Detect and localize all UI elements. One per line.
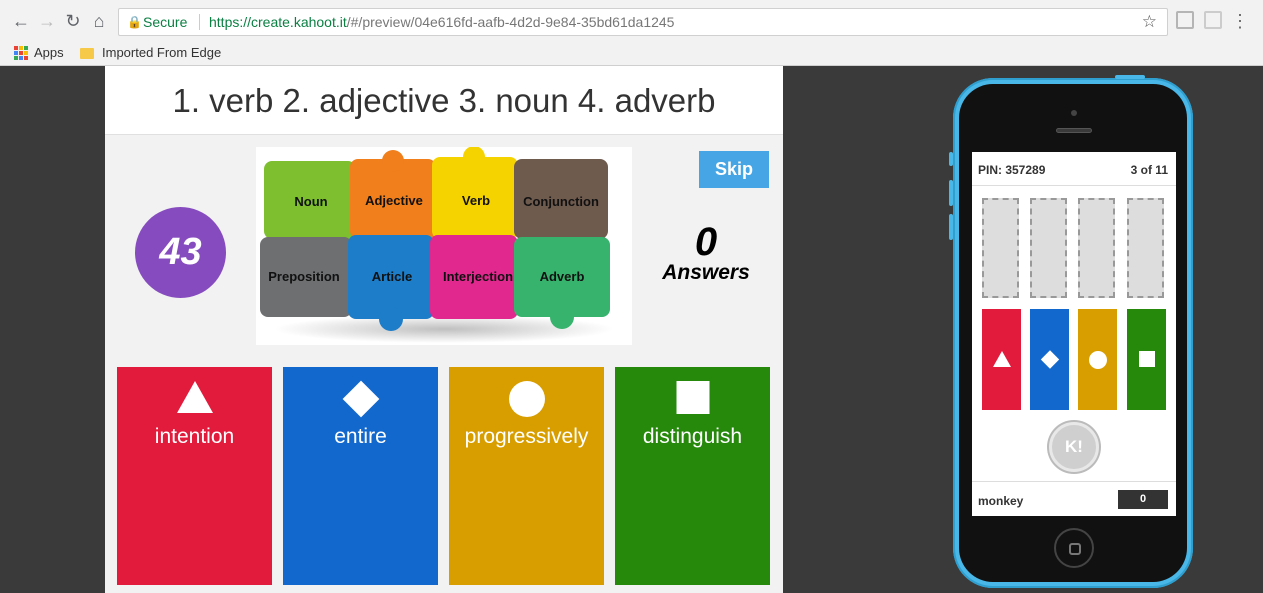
- url-host: https://create.kahoot.it: [209, 14, 347, 30]
- bookmark-folder-label: Imported From Edge: [102, 45, 222, 60]
- square-icon: [676, 381, 709, 414]
- bookmark-apps-label: Apps: [34, 45, 64, 60]
- player-bar: monkey 0: [972, 481, 1176, 516]
- bookmark-folder-edge[interactable]: Imported From Edge: [80, 44, 221, 62]
- square-icon: [1138, 351, 1155, 367]
- phone-side-key: [949, 152, 953, 166]
- puzzle-word-adjective: Adjective: [365, 193, 423, 208]
- folder-icon: [80, 47, 94, 59]
- bookmarks-bar: Apps Imported From Edge: [0, 42, 1263, 64]
- reload-icon[interactable]: ↻: [62, 10, 84, 32]
- answer-card-yellow[interactable]: progressively: [449, 367, 604, 585]
- diamond-icon: [342, 380, 379, 418]
- puzzle-word-preposition: Preposition: [268, 269, 340, 284]
- bookmark-apps[interactable]: Apps: [14, 44, 64, 62]
- extension-icon[interactable]: [1176, 11, 1194, 29]
- answer-card-blue[interactable]: entire: [283, 367, 438, 585]
- answer-slot: [982, 198, 1019, 298]
- phone-volume-down: [949, 214, 953, 240]
- puzzle-image: Noun Adjective Verb Conjunction Preposit…: [260, 147, 614, 343]
- puzzle-word-interjection: Interjection: [443, 269, 513, 284]
- home-square-icon: [1069, 543, 1081, 555]
- puzzle-word-article: Article: [372, 269, 412, 284]
- secure-label: Secure: [143, 14, 188, 30]
- countdown-timer: 43: [135, 207, 226, 298]
- address-separator: [199, 14, 200, 30]
- puzzle-word-noun: Noun: [294, 194, 327, 209]
- phone-volume-up: [949, 180, 953, 206]
- phone-top-key: [1115, 75, 1145, 79]
- phone-camera: [1071, 110, 1077, 116]
- url-text: https://create.kahoot.it/#/preview/04e61…: [209, 9, 674, 35]
- question-image: Noun Adjective Verb Conjunction Preposit…: [256, 147, 632, 345]
- answer-label: entire: [334, 425, 387, 448]
- game-pin: PIN: 357289: [978, 163, 1046, 177]
- triangle-icon: [176, 381, 213, 413]
- puzzle-word-verb: Verb: [462, 193, 490, 208]
- player-score: 0: [1118, 490, 1168, 509]
- answer-card-green[interactable]: distinguish: [615, 367, 770, 585]
- answers-count-label: Answers: [662, 261, 750, 284]
- answer-slot: [1030, 198, 1067, 298]
- answer-label: distinguish: [642, 425, 743, 448]
- circle-icon: [508, 381, 545, 417]
- bookmark-star-icon[interactable]: ☆: [1142, 9, 1157, 35]
- diamond-icon: [1040, 350, 1059, 369]
- question-progress: 3 of 11: [1130, 163, 1168, 177]
- phone-answer-red[interactable]: [982, 309, 1021, 410]
- circle-icon: [1088, 351, 1107, 369]
- extension-icon-2[interactable]: [1204, 11, 1222, 29]
- answers-counter: 0 Answers: [655, 222, 757, 284]
- phone-speaker: [1056, 128, 1092, 133]
- answer-label: intention: [154, 425, 235, 448]
- puzzle-word-conjunction: Conjunction: [523, 194, 599, 209]
- answer-slot: [1078, 198, 1115, 298]
- apps-grid-icon: [14, 46, 28, 60]
- player-nickname: monkey: [978, 494, 1024, 508]
- browser-menu-icon[interactable]: ⋮: [1231, 8, 1249, 34]
- address-bar[interactable]: 🔒 Secure https://create.kahoot.it/#/prev…: [118, 8, 1168, 36]
- skip-button[interactable]: Skip: [699, 151, 769, 188]
- phone-home-button[interactable]: [1054, 528, 1094, 568]
- triangle-icon: [992, 351, 1011, 367]
- phone-answer-green[interactable]: [1127, 309, 1166, 410]
- answer-slot: [1127, 198, 1164, 298]
- home-icon[interactable]: ⌂: [88, 10, 110, 32]
- phone-screen: PIN: 357289 3 of 11 K! monkey 0: [972, 152, 1176, 516]
- phone-answer-yellow[interactable]: [1078, 309, 1117, 410]
- url-path: /#/preview/04e616fd-aafb-4d2d-9e84-35bd6…: [346, 14, 675, 30]
- pin-bar: PIN: 357289 3 of 11: [972, 152, 1176, 186]
- lock-icon: 🔒: [127, 15, 142, 29]
- kahoot-logo-badge: K!: [1049, 422, 1099, 472]
- answers-count-value: 0: [694, 220, 718, 264]
- browser-chrome: ← → ↻ ⌂ 🔒 Secure https://create.kahoot.i…: [0, 0, 1263, 66]
- puzzle-word-adverb: Adverb: [540, 269, 585, 284]
- back-arrow-icon[interactable]: ←: [10, 10, 32, 32]
- phone-answer-blue[interactable]: [1030, 309, 1069, 410]
- forward-arrow-icon[interactable]: →: [36, 10, 58, 32]
- question-title: 1. verb 2. adjective 3. noun 4. adverb: [105, 66, 783, 135]
- answer-card-red[interactable]: intention: [117, 367, 272, 585]
- answer-label: progressively: [464, 425, 589, 448]
- browser-toolbar: ← → ↻ ⌂ 🔒 Secure https://create.kahoot.i…: [0, 8, 1263, 36]
